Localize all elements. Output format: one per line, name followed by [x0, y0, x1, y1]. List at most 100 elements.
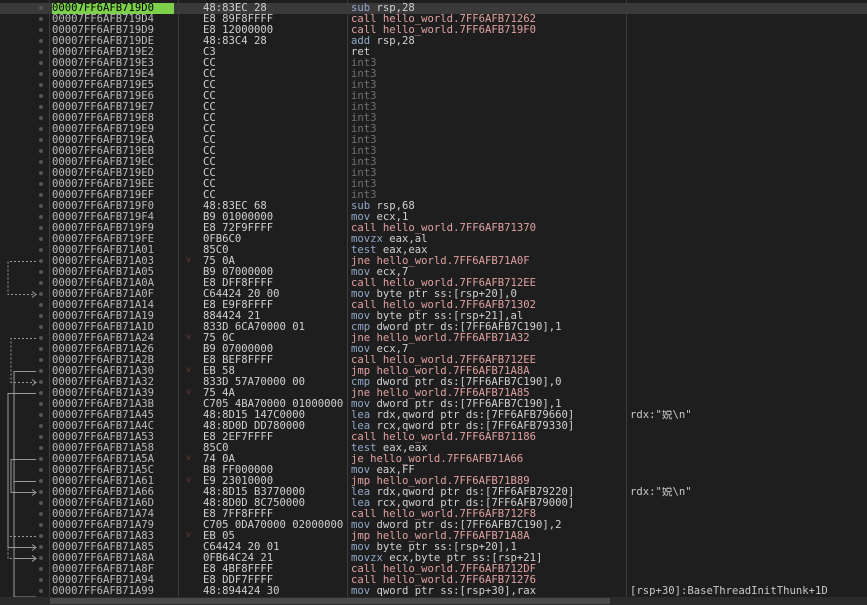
instruction-row[interactable]: 00007FF6AFB719EF CC int3 [0, 190, 867, 201]
instruction-row[interactable]: 00007FF6AFB71A0F C64424 20 00 mov byte ptr… [0, 289, 867, 300]
breakpoint-dot-icon[interactable] [39, 534, 43, 538]
instruction-row[interactable]: 00007FF6AFB71A1D 833D 6CA70000 01 cmp dwor… [0, 322, 867, 333]
breakpoint-dot-icon[interactable] [39, 413, 43, 417]
breakpoint-dot-icon[interactable] [39, 391, 43, 395]
breakpoint-dot-icon[interactable] [39, 72, 43, 76]
breakpoint-dot-icon[interactable] [39, 94, 43, 98]
instruction-row[interactable]: 00007FF6AFB71A45 48:8D15 147C0000 lea rdx,… [0, 410, 867, 421]
breakpoint-dot-icon[interactable] [39, 402, 43, 406]
instruction-row[interactable]: 00007FF6AFB719E8 CC int3 [0, 113, 867, 124]
instruction-row[interactable]: 00007FF6AFB719E2 C3 ret [0, 47, 867, 58]
instruction-row[interactable]: 00007FF6AFB71A66 48:8D15 B3770000 lea rdx,… [0, 487, 867, 498]
breakpoint-dot-icon[interactable] [39, 50, 43, 54]
breakpoint-dot-icon[interactable] [39, 83, 43, 87]
instruction-row[interactable]: 00007FF6AFB719E9 CC int3 [0, 124, 867, 135]
instruction-row[interactable]: 00007FF6AFB71A4C 48:8D0D DD780000 lea rcx,… [0, 421, 867, 432]
breakpoint-dot-icon[interactable] [39, 127, 43, 131]
instruction-row[interactable]: 00007FF6AFB719DE 48:83C4 28 add rsp,28 [0, 36, 867, 47]
breakpoint-dot-icon[interactable] [39, 270, 43, 274]
scrollbar-thumb[interactable] [50, 598, 610, 604]
instruction-row[interactable]: 00007FF6AFB71A03 ˅ 75 0A jne hello_world.7F… [0, 256, 867, 267]
breakpoint-dot-icon[interactable] [39, 325, 43, 329]
breakpoint-dot-icon[interactable] [39, 226, 43, 230]
instruction-row[interactable]: 00007FF6AFB71A99 48:894424 30 mov qword pt… [0, 586, 867, 597]
breakpoint-dot-icon[interactable] [39, 17, 43, 21]
breakpoint-dot-icon[interactable] [39, 380, 43, 384]
breakpoint-dot-icon[interactable] [39, 523, 43, 527]
instruction-row[interactable]: 00007FF6AFB71A83 ˅ EB 05 jmp hello_world.7F… [0, 531, 867, 542]
instruction-row[interactable]: 00007FF6AFB71A32 833D 57A70000 00 cmp dwor… [0, 377, 867, 388]
instruction-row[interactable]: 00007FF6AFB719D0 48:83EC 28 sub rsp,28 [0, 3, 867, 14]
breakpoint-dot-icon[interactable] [39, 501, 43, 505]
instruction-row[interactable]: 00007FF6AFB71A74 E8 7FF8FFFF call hello_wo… [0, 509, 867, 520]
breakpoint-dot-icon[interactable] [39, 314, 43, 318]
instruction-row[interactable]: 00007FF6AFB71A30 ˅ EB 58 jmp hello_world.7F… [0, 366, 867, 377]
instruction-row[interactable]: 00007FF6AFB71A8A 0FB64C24 21 movzx ecx,byt… [0, 553, 867, 564]
instruction-row[interactable]: 00007FF6AFB719EC CC int3 [0, 157, 867, 168]
breakpoint-dot-icon[interactable] [39, 237, 43, 241]
breakpoint-dot-icon[interactable] [39, 358, 43, 362]
breakpoint-dot-icon[interactable] [39, 149, 43, 153]
instruction-row[interactable]: 00007FF6AFB719F4 B9 01000000 mov ecx,1 [0, 212, 867, 223]
breakpoint-dot-icon[interactable] [39, 479, 43, 483]
breakpoint-dot-icon[interactable] [39, 182, 43, 186]
breakpoint-dot-icon[interactable] [39, 556, 43, 560]
instruction-row[interactable]: 00007FF6AFB719D9 E8 12000000 call hello_wo… [0, 25, 867, 36]
instruction-row[interactable]: 00007FF6AFB71A85 C64424 20 01 mov byte ptr… [0, 542, 867, 553]
breakpoint-dot-icon[interactable] [39, 490, 43, 494]
breakpoint-dot-icon[interactable] [39, 28, 43, 32]
instruction-row[interactable]: 00007FF6AFB71A5A ˅ 74 0A je hello_world.7FF… [0, 454, 867, 465]
breakpoint-dot-icon[interactable] [39, 215, 43, 219]
breakpoint-dot-icon[interactable] [39, 512, 43, 516]
breakpoint-dot-icon[interactable] [39, 193, 43, 197]
breakpoint-dot-icon[interactable] [39, 6, 43, 10]
instruction-row[interactable]: 00007FF6AFB71A14 E8 E9F8FFFF call hello_wo… [0, 300, 867, 311]
instruction-row[interactable]: 00007FF6AFB71A6D 48:8D0D 8C750000 lea rcx,… [0, 498, 867, 509]
instruction-row[interactable]: 00007FF6AFB719F0 48:83EC 68 sub rsp,68 [0, 201, 867, 212]
breakpoint-dot-icon[interactable] [39, 39, 43, 43]
breakpoint-dot-icon[interactable] [39, 303, 43, 307]
breakpoint-dot-icon[interactable] [39, 105, 43, 109]
breakpoint-dot-icon[interactable] [39, 281, 43, 285]
instruction-row[interactable]: 00007FF6AFB719E6 CC int3 [0, 91, 867, 102]
instruction-row[interactable]: 00007FF6AFB71A53 E8 2EF7FFFF call hello_wo… [0, 432, 867, 443]
instruction-row[interactable]: 00007FF6AFB719EA CC int3 [0, 135, 867, 146]
breakpoint-dot-icon[interactable] [39, 457, 43, 461]
breakpoint-dot-icon[interactable] [39, 61, 43, 65]
instruction-row[interactable]: 00007FF6AFB719ED CC int3 [0, 168, 867, 179]
instruction-row[interactable]: 00007FF6AFB71A39 ˅ 75 4A jne hello_world.7F… [0, 388, 867, 399]
instruction-row[interactable]: 00007FF6AFB719D4 E8 89F8FFFF call hello_wo… [0, 14, 867, 25]
instruction-row[interactable]: 00007FF6AFB719FE 0FB6C0 movzx eax,al [0, 234, 867, 245]
breakpoint-dot-icon[interactable] [39, 578, 43, 582]
breakpoint-dot-icon[interactable] [39, 435, 43, 439]
breakpoint-dot-icon[interactable] [39, 116, 43, 120]
instruction-row[interactable]: 00007FF6AFB71A3B C705 4BA70000 01000000 mo… [0, 399, 867, 410]
instruction-row[interactable]: 00007FF6AFB71A79 C705 0DA70000 02000000 mo… [0, 520, 867, 531]
instruction-row[interactable]: 00007FF6AFB719E7 CC int3 [0, 102, 867, 113]
instruction-row[interactable]: 00007FF6AFB719EE CC int3 [0, 179, 867, 190]
breakpoint-dot-icon[interactable] [39, 171, 43, 175]
horizontal-scrollbar[interactable] [0, 597, 867, 605]
breakpoint-dot-icon[interactable] [39, 545, 43, 549]
breakpoint-dot-icon[interactable] [39, 468, 43, 472]
instruction-row[interactable]: 00007FF6AFB719E3 CC int3 [0, 58, 867, 69]
breakpoint-dot-icon[interactable] [39, 248, 43, 252]
breakpoint-dot-icon[interactable] [39, 446, 43, 450]
instruction-row[interactable]: 00007FF6AFB71A61 ˅ E9 23010000 jmp hello_wo… [0, 476, 867, 487]
disassembly-view[interactable]: 00007FF6AFB719D0 48:83EC 28 sub rsp,28 0000… [0, 0, 867, 597]
breakpoint-dot-icon[interactable] [39, 424, 43, 428]
breakpoint-dot-icon[interactable] [39, 347, 43, 351]
breakpoint-dot-icon[interactable] [39, 567, 43, 571]
breakpoint-dot-icon[interactable] [39, 369, 43, 373]
instruction-row[interactable]: 00007FF6AFB71A8F E8 4BF8FFFF call hello_wo… [0, 564, 867, 575]
instruction-row[interactable]: 00007FF6AFB71A5C B8 FF000000 mov eax,FF [0, 465, 867, 476]
instruction-row[interactable]: 00007FF6AFB71A94 E8 DDF7FFFF call hello_wo… [0, 575, 867, 586]
instruction-row[interactable]: 00007FF6AFB71A0A E8 DFF8FFFF call hello_wo… [0, 278, 867, 289]
instruction-row[interactable]: 00007FF6AFB71A01 85C0 test eax,eax [0, 245, 867, 256]
breakpoint-dot-icon[interactable] [39, 292, 43, 296]
instruction-row[interactable]: 00007FF6AFB719E5 CC int3 [0, 80, 867, 91]
instruction-row[interactable]: 00007FF6AFB71A58 85C0 test eax,eax [0, 443, 867, 454]
instruction-row[interactable]: 00007FF6AFB71A26 B9 07000000 mov ecx,7 [0, 344, 867, 355]
instruction-row[interactable]: 00007FF6AFB719E4 CC int3 [0, 69, 867, 80]
instruction-row[interactable]: 00007FF6AFB71A05 B9 07000000 mov ecx,7 [0, 267, 867, 278]
